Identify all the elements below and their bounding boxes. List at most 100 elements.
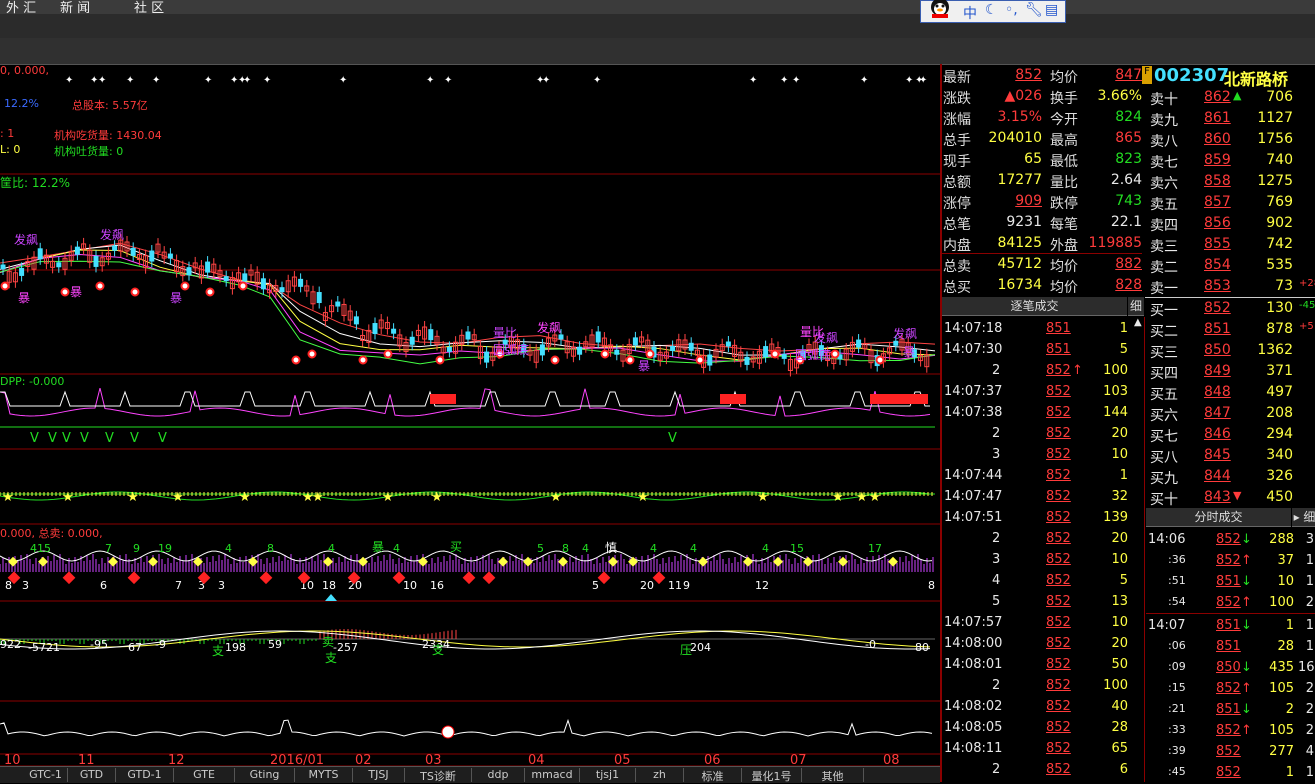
wrench-icon[interactable]: 🔧︎ (1025, 2, 1043, 18)
minute-detail-button[interactable]: ▸ 细 (1292, 508, 1315, 527)
macd-value-label: -5721 (28, 641, 60, 654)
tick-price: 852 (1046, 615, 1071, 630)
tick-price: 852 (1046, 531, 1071, 546)
ticks-detail-button[interactable]: 细 (1128, 297, 1144, 316)
orderbook-row[interactable]: 卖四 856 902 (1147, 213, 1315, 234)
orderbook-row[interactable]: 买八 845 340 (1147, 445, 1315, 466)
orderbook-row[interactable]: 卖一 853 73 +28 (1147, 276, 1315, 297)
minute-count: 2 (1305, 595, 1314, 610)
quote-label: 最低 (1050, 154, 1078, 170)
indicator-tab[interactable]: GTC-1 (24, 768, 68, 782)
orderbook-row[interactable]: 卖二 854 535 (1147, 255, 1315, 276)
ime-chinese-indicator[interactable]: 中 (963, 3, 977, 23)
tab-forex[interactable]: 外 汇 (0, 0, 42, 16)
indicator-tab[interactable]: mmacd (525, 768, 580, 782)
orderbook-price: 847 (1204, 405, 1231, 421)
macd-hanzi-label: 压 (680, 643, 692, 657)
yellow-diamond (498, 556, 508, 567)
dpp-panel: VVVVVVVV (0, 388, 935, 446)
indicator-tab[interactable]: ddp (472, 768, 525, 782)
macd-value-label: 204 (690, 641, 711, 654)
orderbook-row[interactable]: 卖七 859 740 (1147, 150, 1315, 171)
moon-icon[interactable]: ☾ (985, 2, 998, 18)
tick-volume: 1 (1119, 321, 1128, 336)
candle (558, 334, 564, 340)
indicator-tab[interactable]: 量化1号 (742, 768, 802, 783)
orderbook-price: 861 (1204, 110, 1231, 126)
qq-input-bar[interactable]: 中 ☾ ◦, 🔧︎ ▤ (920, 0, 1066, 23)
indicator-tab[interactable]: TJSJ (353, 768, 405, 782)
minute-price: 852 (1216, 532, 1241, 547)
tick-volume: 20 (1111, 531, 1128, 546)
orderbook-row[interactable]: 卖九 861 1127 (1147, 108, 1315, 129)
star-marker: ★ (856, 490, 868, 505)
signal-marker: ✦ (263, 75, 271, 86)
indicator-tab[interactable]: GTD (68, 768, 116, 782)
orderbook-row[interactable]: 买四 849 371 (1147, 361, 1315, 382)
up-arrow-icon: ▲ (1233, 89, 1242, 102)
minute-price: 852 (1216, 553, 1241, 568)
tick-row: 14:07:57 852 10 (942, 612, 1132, 633)
signal-circle (307, 349, 317, 359)
indicator-tab[interactable]: zh (636, 768, 684, 782)
minute-divider (1146, 613, 1315, 614)
quote-value: ▲026 (1004, 88, 1043, 104)
candle (167, 253, 173, 259)
dots-icon[interactable]: ◦, (1005, 2, 1018, 18)
minute-header: 分时成交 (1146, 508, 1291, 527)
volume-count-label: 4 (328, 542, 335, 555)
indicator-tab[interactable]: tjsj1 (580, 768, 636, 782)
indicator-tab[interactable]: MYTS (295, 768, 353, 782)
orderbook-row[interactable]: 买一 852 130 -45 (1147, 298, 1315, 319)
tick-price: 852 (1046, 741, 1071, 756)
orderbook-row[interactable]: 卖六 858 1275 (1147, 171, 1315, 192)
orderbook-row[interactable]: 卖三 855 742 (1147, 234, 1315, 255)
orderbook-row[interactable]: 卖八 860 1756 (1147, 129, 1315, 150)
candle (260, 278, 266, 290)
quote-label: 总额 (943, 175, 971, 191)
orderbook-row[interactable]: 买二 851 878 +5 (1147, 319, 1315, 340)
orderbook-level: 买二 (1150, 324, 1178, 340)
signal-marker: ✦ (780, 75, 788, 86)
orderbook-row[interactable]: 卖五 857 769 (1147, 192, 1315, 213)
candle (298, 278, 304, 287)
signal-marker: ✦ (444, 75, 452, 86)
tick-time: 2 (992, 531, 1001, 546)
orderbook-row[interactable]: 卖十 862 ▲ 706 (1147, 87, 1315, 108)
signal-circle (0, 281, 10, 291)
orderbook-price: 859 (1204, 152, 1231, 168)
orderbook-price: 844 (1204, 468, 1231, 484)
tab-community[interactable]: 社 区 (128, 0, 170, 16)
orderbook-row[interactable]: 买七 846 294 (1147, 424, 1315, 445)
indicator-tab[interactable]: 标准 (684, 768, 742, 783)
orderbook-row[interactable]: 买九 844 326 (1147, 466, 1315, 487)
yellow-diamond (888, 556, 898, 567)
clipboard-icon[interactable]: ▤ (1045, 2, 1058, 18)
yellow-diamond (38, 556, 48, 567)
orderbook-row[interactable]: 买五 848 497 (1147, 382, 1315, 403)
minute-price: 852 (1216, 723, 1241, 738)
yellow-diamond (323, 556, 333, 567)
orderbook-row[interactable]: 买三 850 1362 (1147, 340, 1315, 361)
kline-chart-area[interactable]: ✦ ✦ ✦ ✦ ✦ ✦ ✦ ✦ ✦ ✦ ✦ ✦ ✦ ✦ ✦ ✦ ✦ ✦ ✦ ✦ ✦ ✦ ✦ 发飙 发飙暴暴量比 发飙 圆弧底暴暴发飙… (0, 64, 940, 768)
quote-row: 总手 204010 最高 865 (942, 128, 1142, 149)
quote-value: 3.66% (1097, 88, 1142, 104)
orderbook-row[interactable]: 买十 843 ▼ 450 (1147, 487, 1315, 508)
tick-row: 2 852 20 (942, 423, 1132, 444)
minute-time: :15 (1168, 681, 1186, 694)
scroll-up-icon[interactable]: ▲ (1134, 317, 1142, 328)
indicator-tab[interactable]: GTE (174, 768, 235, 782)
volume-bottom-label: 18 (322, 579, 336, 592)
candle (335, 301, 341, 307)
orderbook-row[interactable]: 买六 847 208 (1147, 403, 1315, 424)
indicator-tab[interactable]: GTD-1 (116, 768, 174, 782)
v-marker: V (668, 431, 677, 446)
quote-label: 涨幅 (943, 112, 971, 128)
indicator-tab[interactable]: Gting (235, 768, 295, 782)
toolbar-strip (0, 14, 1315, 38)
minute-time: :09 (1168, 660, 1186, 673)
volume-bottom-label: 9 (683, 579, 690, 592)
indicator-tab[interactable]: TS诊断 (405, 768, 472, 783)
tab-news[interactable]: 新 闻 (54, 0, 96, 16)
indicator-tab[interactable]: 其他 (802, 768, 864, 783)
